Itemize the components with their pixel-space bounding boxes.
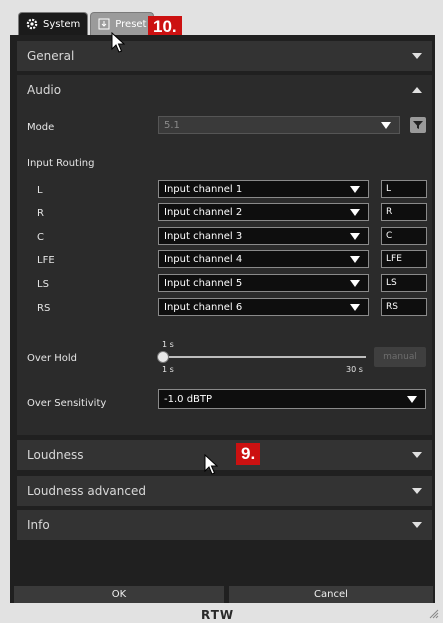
tab-preset-label: Preset bbox=[115, 18, 147, 30]
section-general[interactable]: General bbox=[17, 41, 432, 71]
settings-panel: General Audio Mode 5.1 Input Routing L I… bbox=[10, 35, 435, 603]
over-hold-label: Over Hold bbox=[27, 353, 77, 364]
tab-system[interactable]: System bbox=[18, 12, 89, 35]
chevron-up-icon bbox=[412, 87, 422, 93]
mouse-pointer-icon bbox=[204, 454, 218, 475]
chevron-down-icon bbox=[412, 522, 422, 528]
dropdown-arrow-icon bbox=[350, 209, 360, 216]
settings-window: System Preset 10. General Audio Mode 5.1… bbox=[0, 0, 443, 623]
over-sensitivity-value: -1.0 dBTP bbox=[164, 393, 213, 405]
routing-name-value: RS bbox=[386, 302, 398, 312]
callout-badge-loudness: 9. bbox=[236, 443, 261, 465]
over-sensitivity-label: Over Sensitivity bbox=[27, 398, 107, 409]
routing-input-dropdown[interactable]: Input channel 5 bbox=[158, 274, 369, 292]
resize-grip-icon[interactable] bbox=[427, 607, 439, 619]
routing-input-value: Input channel 4 bbox=[164, 253, 243, 265]
filter-icon bbox=[413, 121, 423, 129]
routing-input-value: Input channel 6 bbox=[164, 301, 243, 313]
tab-system-label: System bbox=[43, 18, 81, 30]
chevron-down-icon bbox=[412, 488, 422, 494]
section-loudness[interactable]: Loudness bbox=[17, 440, 432, 470]
routing-input-dropdown[interactable]: Input channel 1 bbox=[158, 180, 369, 198]
dropdown-arrow-icon bbox=[350, 233, 360, 240]
routing-name-value: C bbox=[386, 231, 393, 241]
tab-bar: System Preset bbox=[18, 12, 155, 36]
filter-button[interactable] bbox=[410, 117, 426, 133]
preset-icon bbox=[98, 18, 110, 30]
routing-channel-label: RS bbox=[37, 303, 51, 314]
routing-input-dropdown[interactable]: Input channel 4 bbox=[158, 250, 369, 268]
routing-input-dropdown[interactable]: Input channel 3 bbox=[158, 227, 369, 245]
section-audio[interactable]: Audio bbox=[17, 75, 432, 105]
over-hold-min: 1 s bbox=[162, 365, 174, 374]
routing-input-dropdown[interactable]: Input channel 6 bbox=[158, 298, 369, 316]
routing-name-field[interactable]: LS bbox=[381, 274, 427, 292]
routing-channel-label: R bbox=[37, 208, 44, 219]
routing-input-value: Input channel 1 bbox=[164, 183, 243, 195]
routing-input-value: Input channel 3 bbox=[164, 230, 243, 242]
section-loudness-label: Loudness bbox=[27, 448, 84, 462]
chevron-down-icon bbox=[412, 452, 422, 458]
dropdown-arrow-icon bbox=[350, 304, 360, 311]
routing-name-field[interactable]: LFE bbox=[381, 250, 427, 268]
ok-button[interactable]: OK bbox=[14, 586, 224, 603]
routing-name-field[interactable]: C bbox=[381, 227, 427, 245]
dropdown-arrow-icon bbox=[350, 256, 360, 263]
routing-channel-label: C bbox=[37, 232, 44, 243]
section-info-label: Info bbox=[27, 518, 50, 532]
rtw-logo: RTW bbox=[201, 608, 235, 622]
over-hold-value: 1 s bbox=[162, 340, 174, 349]
dropdown-arrow-icon bbox=[407, 396, 417, 403]
routing-channel-label: L bbox=[37, 185, 43, 196]
routing-name-value: LS bbox=[386, 278, 397, 288]
section-audio-label: Audio bbox=[27, 83, 62, 97]
mode-dropdown[interactable]: 5.1 bbox=[158, 116, 400, 134]
dropdown-arrow-icon bbox=[350, 186, 360, 193]
routing-channel-label: LFE bbox=[37, 255, 55, 266]
routing-input-dropdown[interactable]: Input channel 2 bbox=[158, 203, 369, 221]
routing-name-value: R bbox=[386, 207, 393, 217]
dropdown-arrow-icon bbox=[350, 280, 360, 287]
section-general-label: General bbox=[27, 49, 75, 63]
cancel-button[interactable]: Cancel bbox=[229, 586, 433, 603]
routing-name-value: LFE bbox=[386, 254, 402, 264]
over-sensitivity-dropdown[interactable]: -1.0 dBTP bbox=[158, 389, 426, 409]
input-routing-label: Input Routing bbox=[27, 158, 95, 169]
gear-icon bbox=[26, 18, 38, 30]
routing-name-field[interactable]: RS bbox=[381, 298, 427, 316]
section-loudness-advanced[interactable]: Loudness advanced bbox=[17, 476, 432, 506]
routing-name-value: L bbox=[386, 184, 392, 194]
mode-label: Mode bbox=[27, 122, 55, 133]
manual-button[interactable]: manual bbox=[374, 347, 426, 367]
routing-input-value: Input channel 5 bbox=[164, 277, 243, 289]
chevron-down-icon bbox=[412, 53, 422, 59]
over-hold-slider-track[interactable] bbox=[162, 356, 366, 358]
routing-input-value: Input channel 2 bbox=[164, 206, 243, 218]
routing-channel-label: LS bbox=[37, 279, 49, 290]
over-hold-max: 30 s bbox=[346, 365, 363, 374]
dropdown-arrow-icon bbox=[381, 122, 391, 129]
section-info[interactable]: Info bbox=[17, 510, 432, 540]
mouse-pointer-icon bbox=[111, 32, 125, 53]
mode-value: 5.1 bbox=[164, 119, 180, 131]
section-loudness-advanced-label: Loudness advanced bbox=[27, 484, 146, 498]
over-hold-slider-knob[interactable] bbox=[157, 351, 169, 363]
routing-name-field[interactable]: L bbox=[381, 180, 427, 198]
routing-name-field[interactable]: R bbox=[381, 203, 427, 221]
